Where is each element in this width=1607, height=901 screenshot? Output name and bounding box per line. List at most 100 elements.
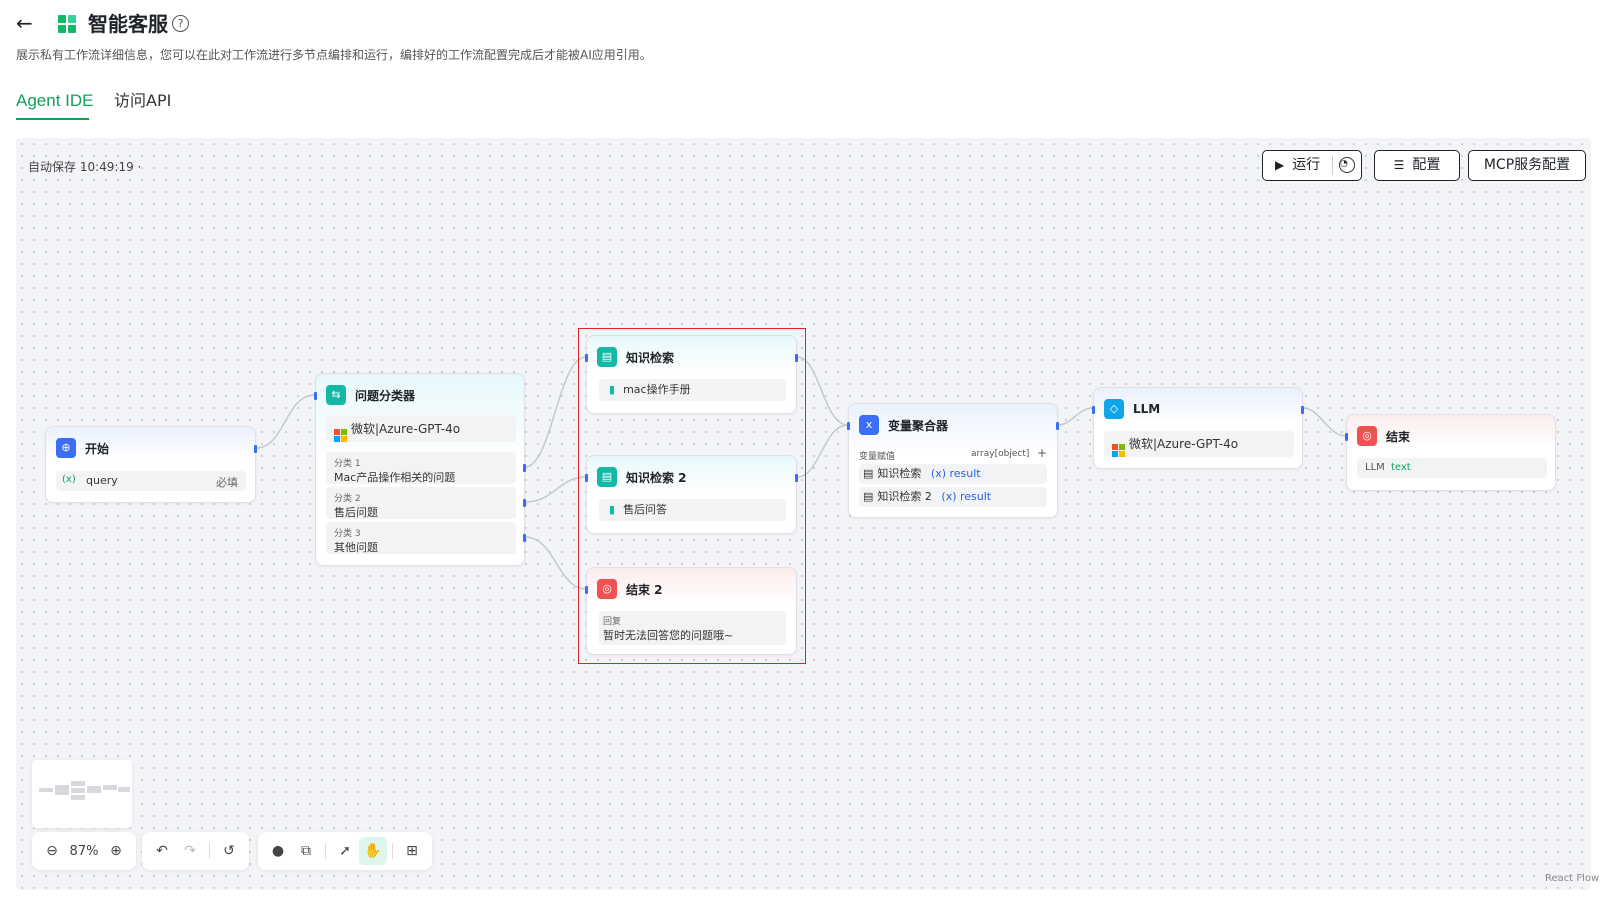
organize-icon[interactable]: ⊞ — [398, 837, 426, 865]
minimap-node — [71, 788, 85, 793]
end-icon: ◎ — [597, 579, 617, 599]
edge-class3-end2 — [524, 536, 587, 590]
item-source: 知识检索 — [877, 467, 922, 480]
variable-name: query — [86, 474, 118, 487]
edge-class1-kb1 — [524, 356, 587, 468]
node-start[interactable]: ⊕ 开始 (x) query 必填 — [45, 426, 257, 503]
node-title: 知识检索 2 — [626, 470, 687, 485]
input-port[interactable] — [585, 354, 588, 362]
node-title: 知识检索 — [626, 350, 675, 365]
class-value: 售后问题 — [334, 506, 378, 519]
undo-icon[interactable]: ↶ — [148, 837, 176, 865]
input-port[interactable] — [585, 474, 588, 482]
node-header: x 变量聚合器 — [859, 414, 948, 436]
zoom-controls: ⊖ 87% ⊕ — [32, 832, 136, 870]
minimap-node — [118, 787, 130, 792]
output-port[interactable] — [254, 445, 257, 453]
input-port[interactable] — [585, 586, 588, 594]
class-label: 分类 2 — [334, 494, 361, 504]
output-port[interactable] — [795, 354, 798, 362]
output-var: text — [1390, 462, 1411, 473]
book-icon: ▤ — [597, 347, 617, 367]
input-port[interactable] — [314, 392, 317, 400]
divider — [209, 843, 210, 859]
classifier-icon: ⇆ — [326, 385, 346, 405]
output-port-class-1[interactable] — [523, 464, 526, 472]
output-port-class-2[interactable] — [523, 499, 526, 507]
book-icon: ▤ — [597, 467, 617, 487]
node-end[interactable]: ◎ 结束 LLM text — [1345, 414, 1556, 491]
node-end-2[interactable]: ◎ 结束 2 回复 暂时无法回答您的问题哦~ — [585, 567, 797, 655]
model-name: 微软|Azure-GPT-4o — [1129, 437, 1239, 451]
cube-icon: ◇ — [1104, 399, 1124, 419]
hand-icon[interactable]: ✋ — [359, 837, 387, 865]
redo-icon[interactable]: ↷ — [176, 837, 204, 865]
dataset-row: ▮ 售后问答 — [599, 499, 786, 521]
class-row: 分类 1 Mac产品操作相关的问题 — [326, 452, 516, 484]
history-controls: ↶ ↷ ↺ — [142, 832, 249, 870]
model-row: 微软|Azure-GPT-4o — [326, 416, 516, 442]
assign-label: 变量赋值 — [859, 452, 896, 462]
model-name: 微软|Azure-GPT-4o — [351, 422, 461, 436]
pointer-icon[interactable]: ➚ — [331, 837, 359, 865]
output-port[interactable] — [1056, 422, 1059, 430]
item-var: (x) result — [941, 490, 992, 503]
reply-row: 回复 暂时无法回答您的问题哦~ — [599, 611, 786, 645]
divider — [325, 843, 326, 859]
history-icon[interactable]: ↺ — [215, 837, 243, 865]
minimap-node — [39, 788, 53, 792]
input-port[interactable] — [1092, 406, 1095, 414]
zoom-in-icon[interactable]: ⊕ — [102, 837, 130, 865]
class-row: 分类 3 其他问题 — [326, 522, 516, 554]
react-flow-attribution[interactable]: React Flow — [1545, 873, 1599, 884]
node-knowledge-retrieval[interactable]: ▤ 知识检索 ▮ mac操作手册 — [585, 335, 798, 414]
output-row: LLM text — [1357, 458, 1547, 478]
dataset-name: 售后问答 — [623, 503, 668, 516]
end-icon: ◎ — [1357, 426, 1377, 446]
add-variable-button[interactable]: + — [1037, 446, 1047, 460]
edge-aggregator-llm — [1057, 407, 1094, 426]
reply-value: 暂时无法回答您的问题哦~ — [603, 629, 734, 642]
node-header: ⊕ 开始 — [56, 437, 109, 459]
zoom-out-icon[interactable]: ⊖ — [38, 837, 66, 865]
node-title: 结束 — [1386, 429, 1411, 444]
node-header: ◇ LLM — [1104, 398, 1160, 420]
output-source: LLM — [1365, 462, 1385, 473]
minimap-node — [55, 785, 69, 795]
book-icon: ▤ — [863, 467, 874, 480]
node-title: 变量聚合器 — [888, 418, 949, 433]
class-row: 分类 2 售后问题 — [326, 487, 516, 519]
node-header: ◎ 结束 — [1357, 425, 1410, 447]
input-port[interactable] — [847, 422, 850, 430]
crosshair-icon: ⊕ — [56, 438, 76, 458]
divider — [392, 843, 393, 859]
class-value: 其他问题 — [334, 541, 378, 554]
node-title: LLM — [1133, 402, 1161, 416]
node-title: 问题分类器 — [355, 388, 416, 403]
node-title: 结束 2 — [626, 582, 663, 597]
reply-label: 回复 — [603, 617, 622, 627]
add-note-icon[interactable]: ⧉ — [292, 837, 320, 865]
minimap[interactable] — [32, 760, 132, 828]
variable-icon: (x) — [62, 474, 76, 485]
node-question-classifier[interactable]: ⇆ 问题分类器 微软|Azure-GPT-4o 分类 1 Mac产品操作相关的问… — [314, 373, 526, 566]
book-icon: ▤ — [863, 490, 874, 503]
input-port[interactable] — [1345, 433, 1348, 441]
node-knowledge-retrieval-2[interactable]: ▤ 知识检索 2 ▮ 售后问答 — [585, 455, 798, 534]
node-llm[interactable]: ◇ LLM 微软|Azure-GPT-4o — [1092, 387, 1304, 469]
dataset-row: ▮ mac操作手册 — [599, 379, 786, 401]
zoom-level[interactable]: 87% — [66, 844, 102, 859]
type-label: array[object] — [971, 449, 1030, 459]
minimap-node — [71, 781, 85, 786]
output-port[interactable] — [1301, 406, 1304, 414]
output-port-class-3[interactable] — [523, 534, 526, 542]
minimap-node — [87, 786, 101, 793]
output-port[interactable] — [795, 474, 798, 482]
minimap-node — [103, 785, 117, 790]
add-node-icon[interactable]: ● — [264, 837, 292, 865]
class-label: 分类 3 — [334, 529, 361, 539]
node-header: ⇆ 问题分类器 — [326, 384, 415, 406]
dataset-name: mac操作手册 — [623, 383, 691, 396]
minimap-node — [71, 795, 85, 800]
node-variable-aggregator[interactable]: x 变量聚合器 变量赋值 array[object] + ▤ 知识检索 (x) r… — [847, 403, 1059, 518]
